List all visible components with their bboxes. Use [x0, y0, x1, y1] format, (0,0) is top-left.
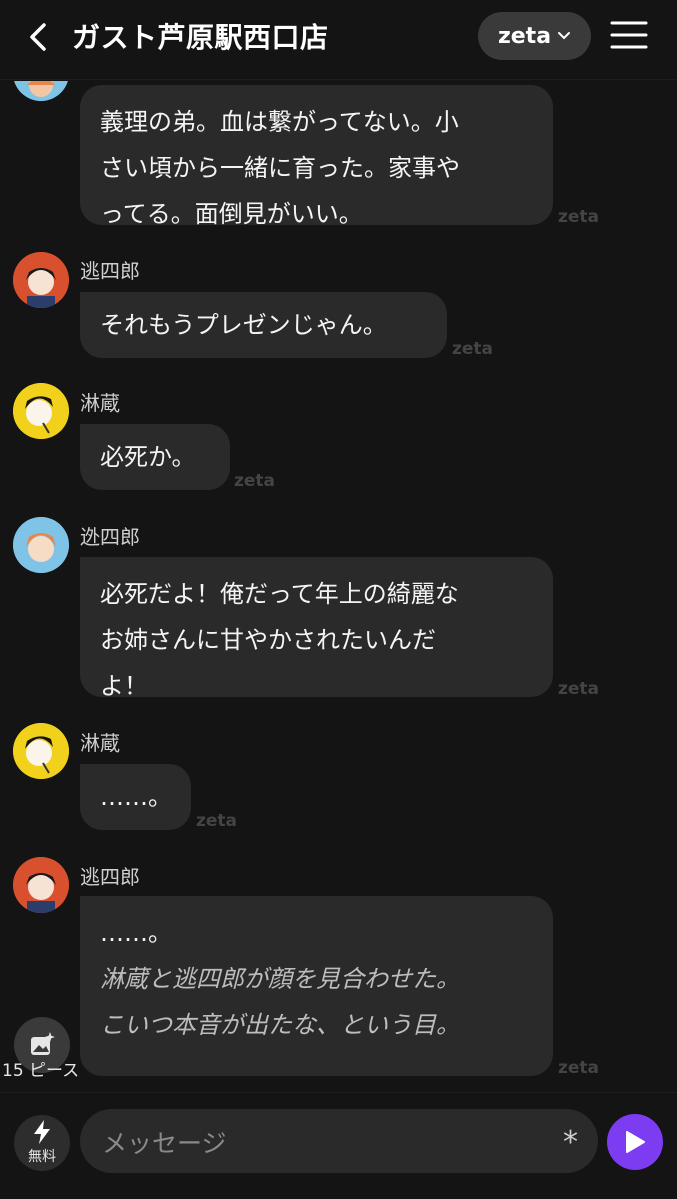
- message-bubble[interactable]: それもうプレゼンじゃん。: [80, 292, 447, 358]
- message-line: さい頃から一緒に育った。家事や: [100, 154, 460, 182]
- message-bubble[interactable]: 必死だよ！俺だって年上の綺麗な お姉さんに甘やかされたいんだ よ！: [80, 557, 553, 700]
- message-line: それもうプレゼンじゃん。: [100, 311, 387, 339]
- avatar[interactable]: [13, 252, 69, 308]
- watermark: zeta: [558, 679, 600, 699]
- watermark: zeta: [234, 471, 276, 491]
- message-line: お姉さんに甘やかされたいんだ: [100, 626, 436, 654]
- zeta-label: zeta: [497, 23, 552, 49]
- sender-name: 淋蔵: [80, 391, 120, 415]
- message-line: 必死か。: [100, 443, 196, 471]
- send-button[interactable]: [607, 1114, 663, 1170]
- zeta-dropdown-button[interactable]: zeta: [478, 12, 591, 60]
- asterisk-button[interactable]: *: [563, 1125, 578, 1160]
- top-bar: ガスト芦原駅西口店 zeta: [0, 0, 677, 80]
- message-line: ……。: [100, 919, 172, 947]
- chevron-down-icon: [558, 32, 571, 40]
- narration-line: 淋蔵と逃四郎が顔を見合わせた。: [100, 965, 460, 993]
- avatar[interactable]: [13, 81, 69, 101]
- watermark: zeta: [452, 339, 494, 359]
- message-line: 義理の弟。血は繋がってない。小: [100, 108, 459, 136]
- play-icon: [626, 1131, 645, 1153]
- sender-name: 逃四郎: [80, 865, 140, 889]
- avatar[interactable]: [13, 383, 69, 439]
- boost-button[interactable]: 無料: [14, 1115, 70, 1171]
- watermark: zeta: [558, 1058, 600, 1078]
- message-line: 必死だよ！俺だって年上の綺麗な: [100, 580, 459, 608]
- message-bubble[interactable]: ……。 淋蔵と逃四郎が顔を見合わせた。 こいつ本音が出たな、という目。: [80, 896, 553, 1076]
- image-sparkle-icon: [31, 1032, 55, 1055]
- composer-bar: 無料 メッセージ *: [0, 1092, 677, 1199]
- message-bubble[interactable]: ……。: [80, 764, 191, 830]
- message-bubble[interactable]: 必死か。: [80, 424, 230, 490]
- sender-name: 淋蔵: [80, 731, 120, 755]
- watermark: zeta: [558, 207, 600, 227]
- boost-label: 無料: [28, 1149, 56, 1165]
- sender-name: 迯四郎: [80, 525, 140, 549]
- narration-line: こいつ本音が出たな、という目。: [100, 1011, 460, 1039]
- message-placeholder: メッセージ: [102, 1129, 227, 1158]
- message-input[interactable]: メッセージ *: [80, 1109, 598, 1173]
- avatar[interactable]: [13, 857, 69, 913]
- message-bubble[interactable]: 義理の弟。血は繋がってない。小 さい頃から一緒に育った。家事や ってる。面倒見が…: [80, 85, 553, 228]
- avatar[interactable]: [13, 723, 69, 779]
- message-line: よ！: [100, 672, 148, 700]
- chat-title: ガスト芦原駅西口店: [72, 21, 329, 54]
- watermark: zeta: [196, 811, 238, 831]
- chat-log[interactable]: 義理の弟。血は繋がってない。小 さい頃から一緒に育った。家事や ってる。面倒見が…: [0, 81, 677, 1091]
- avatar[interactable]: [13, 517, 69, 573]
- lightning-icon: [34, 1120, 50, 1144]
- sender-name: 逃四郎: [80, 259, 140, 283]
- message-line: ……。: [100, 783, 172, 811]
- gallery-count-label: 15 ピース: [2, 1061, 80, 1081]
- menu-icon[interactable]: [610, 18, 648, 52]
- message-line: ってる。面倒見がいい。: [100, 200, 363, 228]
- back-arrow-icon[interactable]: [22, 20, 56, 54]
